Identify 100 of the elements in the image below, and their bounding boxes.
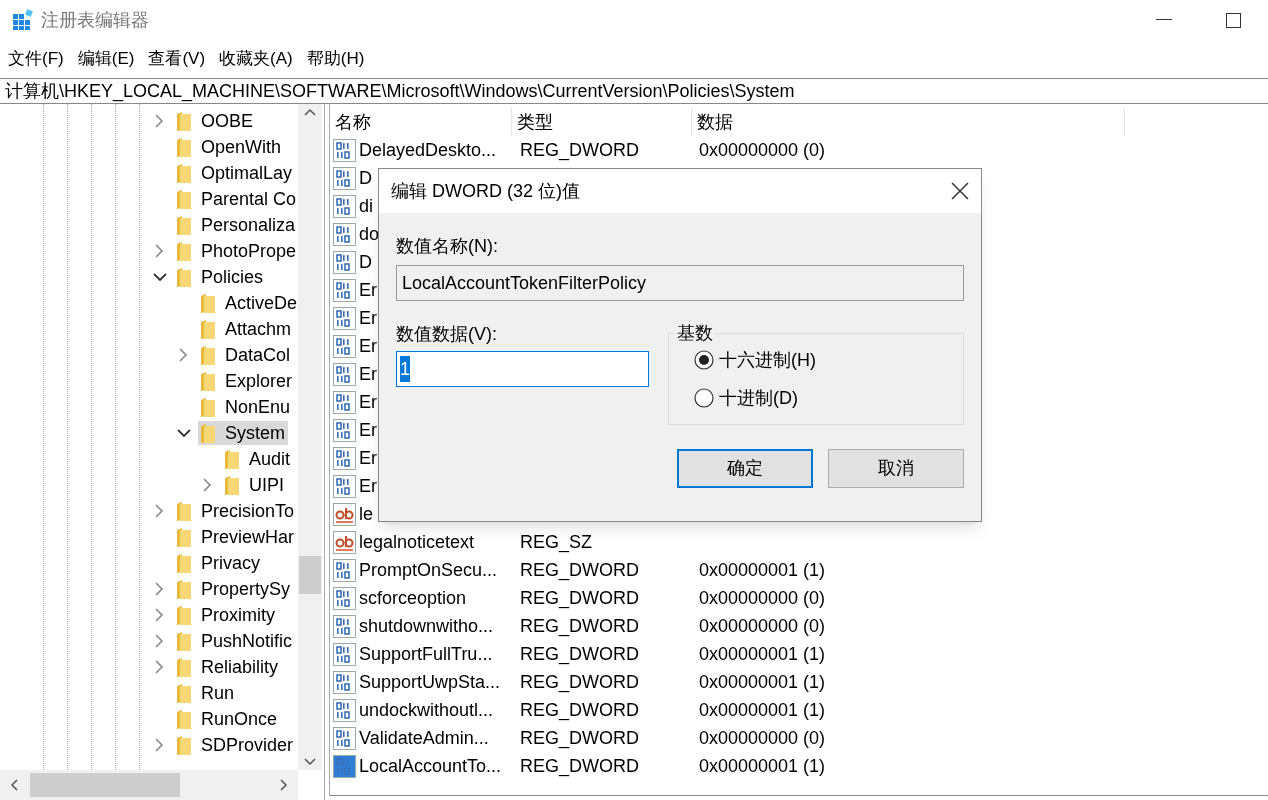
radio-button[interactable]: 十进制(D)	[694, 386, 963, 410]
folder-icon	[200, 370, 216, 392]
value-type: REG_DWORD	[520, 587, 639, 608]
value-name[interactable]: D	[359, 248, 372, 276]
value-name[interactable]: do	[359, 220, 380, 248]
value-name[interactable]: D	[359, 164, 372, 192]
folder-icon	[176, 682, 192, 704]
value-name[interactable]: Er	[359, 276, 377, 304]
value-name[interactable]: SupportUwpSta...	[359, 668, 501, 696]
value-name[interactable]: DelayedDeskto...	[359, 136, 497, 164]
value-name[interactable]: shutdownwitho...	[359, 612, 494, 640]
value-field[interactable]: 1	[396, 351, 649, 387]
tree-item[interactable]: NonEnu	[198, 395, 294, 419]
tree-item[interactable]: System	[198, 421, 288, 445]
tree-item[interactable]: Proximity	[174, 603, 278, 627]
value-name[interactable]: legalnoticetext	[359, 528, 475, 556]
menu-item[interactable]: 查看(V)	[143, 46, 211, 72]
tree-item[interactable]: Personaliza	[174, 213, 298, 237]
value-data: 0x00000001 (1)	[699, 643, 826, 664]
vertical-scrollbar[interactable]	[298, 104, 322, 770]
tree-item[interactable]: Policies	[174, 265, 267, 289]
menu-item[interactable]: 收藏夹(A)	[214, 46, 298, 72]
value-name[interactable]: scforceoption	[359, 584, 467, 612]
tree-item[interactable]: OpenWith	[174, 135, 285, 159]
maximize-icon[interactable]	[1226, 12, 1241, 28]
field-label: 数值名称(N):	[396, 235, 499, 258]
cancel-button[interactable]: 取消	[828, 449, 964, 488]
folder-icon	[176, 266, 192, 288]
scrollbar-thumb[interactable]	[299, 556, 321, 594]
value-data: 0x00000000 (0)	[699, 615, 826, 636]
scroll-left-icon[interactable]	[10, 779, 18, 791]
menu-item[interactable]: 文件(F)	[3, 46, 69, 72]
scroll-right-icon[interactable]	[280, 779, 288, 791]
tree-item[interactable]: OptimalLay	[174, 161, 296, 185]
value-name[interactable]: ValidateAdmin...	[359, 724, 489, 752]
value-name[interactable]: Er	[359, 332, 377, 360]
tree-item[interactable]: DataCol	[198, 343, 294, 367]
tree-item[interactable]: PhotoPrope	[174, 239, 298, 263]
value-type: REG_DWORD	[520, 643, 639, 664]
column-header[interactable]: 数据	[692, 108, 733, 136]
tree-item[interactable]: Parental Co	[174, 187, 298, 211]
tree-item[interactable]: UIPI	[222, 473, 287, 497]
value-name[interactable]: Er	[359, 416, 377, 444]
scroll-up-icon[interactable]	[304, 108, 316, 116]
column-header[interactable]: 类型	[512, 108, 553, 136]
value-type: REG_DWORD	[520, 671, 639, 692]
horizontal-scrollbar[interactable]	[0, 770, 298, 800]
menu-item[interactable]: 编辑(E)	[72, 46, 140, 72]
value-name[interactable]: Er	[359, 472, 377, 500]
folder-icon	[176, 500, 192, 522]
radio-button[interactable]: 十六进制(H)	[694, 348, 963, 372]
folder-icon	[176, 136, 192, 158]
ok-button[interactable]: 确定	[677, 449, 813, 488]
folder-icon	[200, 396, 216, 418]
tree-item[interactable]: Attachm	[198, 317, 295, 341]
value-name[interactable]: undockwithoutl...	[359, 696, 494, 724]
menu-item[interactable]: 帮助(H)	[301, 46, 370, 72]
value-data: 0x00000000 (0)	[699, 587, 826, 608]
tree-item[interactable]: Reliability	[174, 655, 282, 679]
value-data: 0x00000001 (1)	[699, 699, 826, 720]
value-name[interactable]: LocalAccountTo...	[359, 752, 502, 780]
folder-icon	[176, 188, 192, 210]
value-name[interactable]: PromptOnSecu...	[359, 556, 498, 584]
address-bar[interactable]: 计算机\HKEY_LOCAL_MACHINE\SOFTWARE\Microsoft\Windows\CurrentVersion\Policies\System	[0, 77, 795, 105]
tree-item[interactable]: Audit	[222, 447, 294, 471]
value-name[interactable]: SupportFullTru...	[359, 640, 493, 668]
group-label: 基数	[675, 321, 715, 345]
tree-item[interactable]: SDProvider	[174, 733, 297, 757]
column-header[interactable]: 名称	[330, 108, 371, 136]
folder-icon	[176, 734, 192, 756]
tree-item[interactable]: PreviewHar	[174, 525, 298, 549]
tree-item[interactable]: OOBE	[174, 109, 256, 133]
value-name[interactable]: Er	[359, 444, 377, 472]
value-data: 0x00000000 (0)	[699, 727, 826, 748]
tree-item[interactable]: Privacy	[174, 551, 263, 575]
value-name[interactable]: Er	[359, 360, 377, 388]
folder-icon	[176, 708, 192, 730]
minimize-icon[interactable]	[1156, 19, 1172, 21]
tree-item[interactable]: Explorer	[198, 369, 296, 393]
folder-icon	[224, 474, 240, 496]
value-type: REG_DWORD	[520, 615, 639, 636]
tree-item[interactable]: ActiveDe	[198, 291, 298, 315]
folder-icon	[176, 162, 192, 184]
scrollbar-thumb[interactable]	[30, 773, 180, 797]
folder-icon	[224, 448, 240, 470]
value-name[interactable]: Er	[359, 388, 377, 416]
dialog-title: 编辑 DWORD (32 位)值	[391, 179, 580, 203]
value-name[interactable]: Er	[359, 304, 377, 332]
tree-item[interactable]: PrecisionTo	[174, 499, 298, 523]
tree-item[interactable]: PropertySy	[174, 577, 294, 601]
close-icon[interactable]	[951, 182, 969, 200]
tree-item[interactable]: PushNotific	[174, 629, 296, 653]
scroll-down-icon[interactable]	[304, 758, 316, 766]
folder-icon	[176, 214, 192, 236]
value-data: 0x00000001 (1)	[699, 671, 826, 692]
folder-icon	[200, 292, 216, 314]
value-name[interactable]: di	[359, 192, 373, 220]
value-name[interactable]: le	[359, 500, 373, 528]
tree-item[interactable]: RunOnce	[174, 707, 281, 731]
tree-item[interactable]: Run	[174, 681, 238, 705]
